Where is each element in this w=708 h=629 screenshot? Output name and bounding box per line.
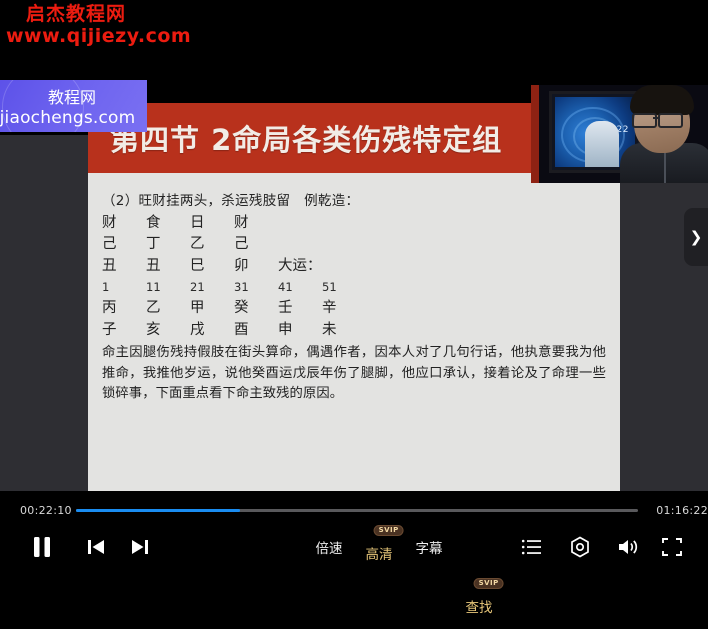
chevron-right-icon: ❯ bbox=[689, 229, 703, 246]
pillar-god-3: 财 bbox=[234, 214, 249, 231]
luck-stem-0: 丙 bbox=[102, 300, 117, 316]
pillar-stem-1: 丁 bbox=[146, 236, 161, 252]
settings-button[interactable] bbox=[560, 523, 600, 570]
slide-body: （2）旺财挂两头，杀运残肢留 例乾造： 财 食 日 财 己 丁 乙 己 丑 丑 … bbox=[88, 173, 620, 491]
progress-bar[interactable] bbox=[76, 503, 646, 517]
watermark-blue: 教程网 .jiaochengs.com bbox=[0, 80, 147, 132]
webcam-overlay[interactable]: 20:22 bbox=[531, 85, 708, 183]
luck-stem-5: 辛 bbox=[322, 300, 337, 316]
luck-stem-row: 丙 乙 甲 癸 壬 辛 bbox=[102, 298, 606, 320]
playlist-icon bbox=[521, 539, 541, 554]
playback-speed-label: 倍速 bbox=[315, 540, 343, 557]
playback-speed-button[interactable]: 倍速 bbox=[308, 523, 350, 570]
slide-paragraph: 命主因腿伤残持假肢在街头算命，偶遇作者，因本人对了几句行话，他执意要我为他推命，… bbox=[102, 345, 606, 401]
volume-icon bbox=[619, 539, 638, 554]
video-stage[interactable]: 第四节 2命局各类伤残特定组 （2）旺财挂两头，杀运残肢留 例乾造： 财 食 日… bbox=[0, 0, 708, 491]
pip-presenter bbox=[618, 85, 708, 183]
progress-row: 00:22:10 01:16:22 bbox=[0, 499, 708, 521]
letterbox-left bbox=[0, 135, 88, 491]
svip-badge-search: SVIP bbox=[473, 578, 504, 589]
slide-heading: （2）旺财挂两头，杀运残肢留 例乾造： bbox=[102, 193, 360, 209]
pause-button[interactable] bbox=[20, 523, 64, 570]
playlist-button[interactable] bbox=[512, 523, 552, 570]
player-control-bar: 00:22:10 01:16:22 倍速 SVIP 高清 字幕 SVIP 查找 bbox=[0, 491, 708, 616]
pip-presenter-glasses-bridge bbox=[653, 117, 658, 119]
pillar-god-2: 日 bbox=[190, 214, 205, 231]
pillar-branch-0: 丑 bbox=[102, 257, 117, 274]
slide-title: 第四节 2命局各类伤残特定组 bbox=[110, 123, 503, 157]
previous-button[interactable] bbox=[74, 523, 118, 570]
sidebar-expand-button[interactable]: ❯ bbox=[684, 208, 708, 266]
previous-icon bbox=[88, 539, 104, 554]
luck-stem-3: 癸 bbox=[234, 300, 249, 316]
luck-branch-0: 子 bbox=[102, 321, 117, 338]
luck-stem-1: 乙 bbox=[146, 300, 161, 316]
pillar-branch-2: 巳 bbox=[190, 257, 205, 274]
luck-branch-1: 亥 bbox=[146, 321, 161, 338]
search-button[interactable]: SVIP 查找 bbox=[458, 576, 504, 629]
pillar-god-0: 财 bbox=[102, 214, 117, 231]
fullscreen-icon bbox=[662, 537, 682, 556]
luck-stem-2: 甲 bbox=[190, 300, 205, 316]
letterbox-right bbox=[620, 135, 708, 491]
pip-presenter-glasses-left bbox=[632, 113, 657, 128]
volume-button[interactable] bbox=[608, 523, 648, 570]
luck-age-4: 41 bbox=[278, 280, 293, 294]
quality-button[interactable]: SVIP 高清 bbox=[358, 523, 404, 576]
control-buttons: 倍速 SVIP 高清 字幕 SVIP 查找 bbox=[0, 523, 708, 616]
watermark-blue-ring bbox=[2, 80, 84, 132]
pip-presenter-zipper bbox=[664, 149, 666, 183]
pillar-row-branches: 丑 丑 巳 卯 大运： bbox=[102, 256, 606, 278]
settings-icon bbox=[571, 536, 589, 557]
subtitle-button[interactable]: 字幕 bbox=[408, 523, 450, 570]
pillar-stem-2: 乙 bbox=[190, 236, 205, 252]
luck-age-3: 31 bbox=[234, 280, 249, 294]
pip-presenter-glasses-right bbox=[658, 113, 683, 128]
pillar-stem-3: 己 bbox=[234, 236, 249, 252]
watermark-red: 启杰教程网 www.qijiezy.com bbox=[0, 3, 200, 48]
progress-fill bbox=[76, 508, 241, 512]
pillar-stem-0: 己 bbox=[102, 236, 117, 252]
pillar-row-stems: 己 丁 乙 己 bbox=[102, 234, 606, 256]
pillar-row-gods: 财 食 日 财 bbox=[102, 213, 606, 235]
quality-label: 高清 bbox=[365, 546, 393, 563]
watermark-red-url: www.qijiezy.com bbox=[6, 24, 192, 47]
luck-age-5: 51 bbox=[322, 280, 337, 294]
pip-screen-figure bbox=[585, 121, 619, 167]
luck-branch-2: 戌 bbox=[190, 321, 205, 338]
luck-branch-5: 未 bbox=[322, 321, 337, 338]
next-button[interactable] bbox=[118, 523, 162, 570]
luck-age-row: 1 11 21 31 41 51 bbox=[102, 277, 606, 298]
luck-branch-row: 子 亥 戌 酉 申 未 bbox=[102, 320, 606, 342]
luck-age-1: 11 bbox=[146, 280, 161, 294]
svip-badge: SVIP bbox=[373, 525, 404, 536]
watermark-red-name: 启杰教程网 bbox=[26, 3, 127, 25]
pip-presenter-hair bbox=[630, 85, 694, 115]
current-time-label: 00:22:10 bbox=[20, 503, 72, 517]
luck-stem-4: 壬 bbox=[278, 300, 293, 316]
luck-cycle-label: 大运： bbox=[278, 257, 322, 274]
luck-age-0: 1 bbox=[102, 280, 110, 294]
pip-left-strip bbox=[531, 85, 539, 183]
subtitle-label: 字幕 bbox=[415, 540, 443, 557]
pause-icon bbox=[34, 536, 50, 557]
pillar-branch-1: 丑 bbox=[146, 257, 161, 274]
pillar-god-1: 食 bbox=[146, 214, 161, 231]
next-icon bbox=[132, 539, 148, 554]
pillar-branch-3: 卯 bbox=[234, 257, 249, 274]
luck-age-2: 21 bbox=[190, 280, 205, 294]
luck-branch-4: 申 bbox=[278, 321, 293, 338]
video-player-window: 第四节 2命局各类伤残特定组 （2）旺财挂两头，杀运残肢留 例乾造： 财 食 日… bbox=[0, 0, 708, 616]
luck-branch-3: 酉 bbox=[234, 321, 249, 338]
fullscreen-button[interactable] bbox=[652, 523, 692, 570]
search-label: 查找 bbox=[465, 599, 493, 616]
total-time-label: 01:16:22 bbox=[656, 503, 708, 517]
